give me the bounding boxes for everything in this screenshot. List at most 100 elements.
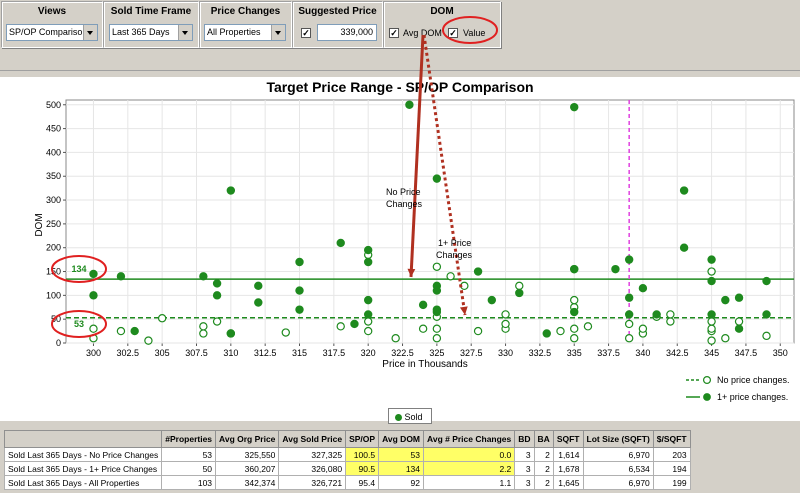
table-cell: 194 <box>652 461 691 476</box>
sold-legend[interactable]: Sold <box>388 408 432 424</box>
table-cell: 342,374 <box>215 475 280 490</box>
table-cell: 2.2 <box>423 461 516 476</box>
column-header[interactable] <box>3 430 163 448</box>
point-no-price-change <box>570 324 579 333</box>
table-cell: 360,207 <box>215 461 280 476</box>
table-cell: 134 <box>378 461 425 476</box>
stats-table: #Properties Avg Org Price Avg Sold Price SP… <box>3 430 691 490</box>
point-no-price-change <box>501 310 510 319</box>
table-cell: 53 <box>378 447 425 462</box>
x-tick-label: 327.5 <box>460 348 483 358</box>
row-label: Sold Last 365 Days - All Properties <box>3 475 163 490</box>
point-no-price-change <box>363 326 373 336</box>
point-no-price-change <box>707 324 716 333</box>
point-price-change <box>212 279 222 288</box>
point-no-price-change <box>144 336 153 345</box>
point-price-change <box>254 298 263 307</box>
column-header[interactable]: Avg DOM <box>378 430 425 448</box>
point-price-change <box>679 186 689 195</box>
point-no-price-change <box>734 317 744 326</box>
point-price-change <box>295 305 304 314</box>
column-header[interactable]: Avg # Price Changes <box>423 430 516 448</box>
y-tick-label: 100 <box>46 290 61 300</box>
x-tick-label: 332.5 <box>529 348 552 358</box>
table-cell: 92 <box>378 475 425 490</box>
x-tick-label: 305 <box>155 348 170 358</box>
row-label: Sold Last 365 Days - No Price Changes <box>3 447 163 462</box>
x-tick-label: 350 <box>773 348 788 358</box>
point-price-change <box>89 269 98 279</box>
point-price-change <box>611 264 620 274</box>
x-tick-label: 312.5 <box>254 348 277 358</box>
sold-dot-icon <box>395 414 402 422</box>
point-no-price-change <box>707 267 716 276</box>
table-cell: 1,614 <box>552 447 584 462</box>
point-price-change <box>624 293 634 302</box>
point-price-change <box>405 100 414 109</box>
column-header[interactable]: $/SQFT <box>652 430 691 448</box>
table-row[interactable]: Sold Last 365 Days - All Properties 103 34… <box>3 475 691 490</box>
y-axis-label: DOM <box>34 213 45 236</box>
y-tick-label: 300 <box>46 195 61 205</box>
sold-legend-label: Sold <box>404 412 423 422</box>
point-price-change <box>363 257 373 267</box>
point-price-change <box>570 307 579 317</box>
point-price-change <box>226 186 236 195</box>
table-cell: 6,970 <box>582 447 654 462</box>
column-header[interactable]: Avg Sold Price <box>278 430 347 448</box>
point-no-price-change <box>666 317 675 326</box>
table-cell: 95.4 <box>345 475 380 490</box>
point-price-change <box>734 324 744 333</box>
table-cell: 1,645 <box>552 475 584 490</box>
table-cell: 0.0 <box>423 447 516 462</box>
point-no-price-change <box>707 336 716 345</box>
y-tick-label: 200 <box>46 243 61 253</box>
point-no-price-change <box>570 334 579 343</box>
x-tick-label: 310 <box>223 348 238 358</box>
point-price-change <box>473 267 483 276</box>
table-cell: 325,550 <box>215 447 280 462</box>
point-price-change <box>116 272 126 281</box>
point-no-price-change <box>624 319 634 329</box>
column-header[interactable]: Avg Org Price <box>215 430 280 448</box>
point-price-change <box>130 326 139 336</box>
annotation-price-change-line2: Changes <box>436 250 473 260</box>
point-price-change <box>721 295 730 305</box>
column-header[interactable]: #Properties <box>161 430 217 448</box>
table-cell: 199 <box>652 475 691 490</box>
column-header[interactable]: SP/OP <box>345 430 380 448</box>
point-price-change <box>363 310 373 319</box>
row-label: Sold Last 365 Days - 1+ Price Changes <box>3 461 163 476</box>
x-tick-label: 317.5 <box>323 348 346 358</box>
x-tick-label: 325 <box>429 348 444 358</box>
point-no-price-change <box>157 314 167 323</box>
table-cell: 50 <box>161 461 217 476</box>
column-header[interactable]: SQFT <box>552 430 584 448</box>
point-no-price-change <box>199 329 208 338</box>
point-price-change <box>624 255 634 264</box>
table-cell: 2 <box>533 475 554 490</box>
point-price-change <box>336 238 345 248</box>
point-no-price-change <box>432 324 442 333</box>
point-price-change <box>515 288 524 298</box>
point-no-price-change <box>199 322 208 331</box>
point-price-change <box>350 319 359 329</box>
table-cell: 327,325 <box>278 447 347 462</box>
plot-area <box>65 99 795 344</box>
point-no-price-change <box>116 326 126 336</box>
table-cell: 2 <box>533 447 554 462</box>
column-header[interactable]: BD <box>514 430 535 448</box>
point-price-change <box>487 295 497 305</box>
table-row[interactable]: Sold Last 365 Days - No Price Changes 53 3… <box>3 447 691 462</box>
point-no-price-change <box>515 281 524 291</box>
point-price-change <box>363 245 373 255</box>
table-cell: 326,080 <box>278 461 347 476</box>
column-header[interactable]: Lot Size (SQFT) <box>582 430 654 448</box>
table-cell: 203 <box>652 447 691 462</box>
point-no-price-change <box>446 272 455 281</box>
point-no-price-change <box>432 262 442 271</box>
column-header[interactable]: BA <box>533 430 554 448</box>
table-row[interactable]: Sold Last 365 Days - 1+ Price Changes 50 3… <box>3 461 691 476</box>
point-no-price-change <box>89 324 98 333</box>
point-price-change <box>418 300 428 310</box>
